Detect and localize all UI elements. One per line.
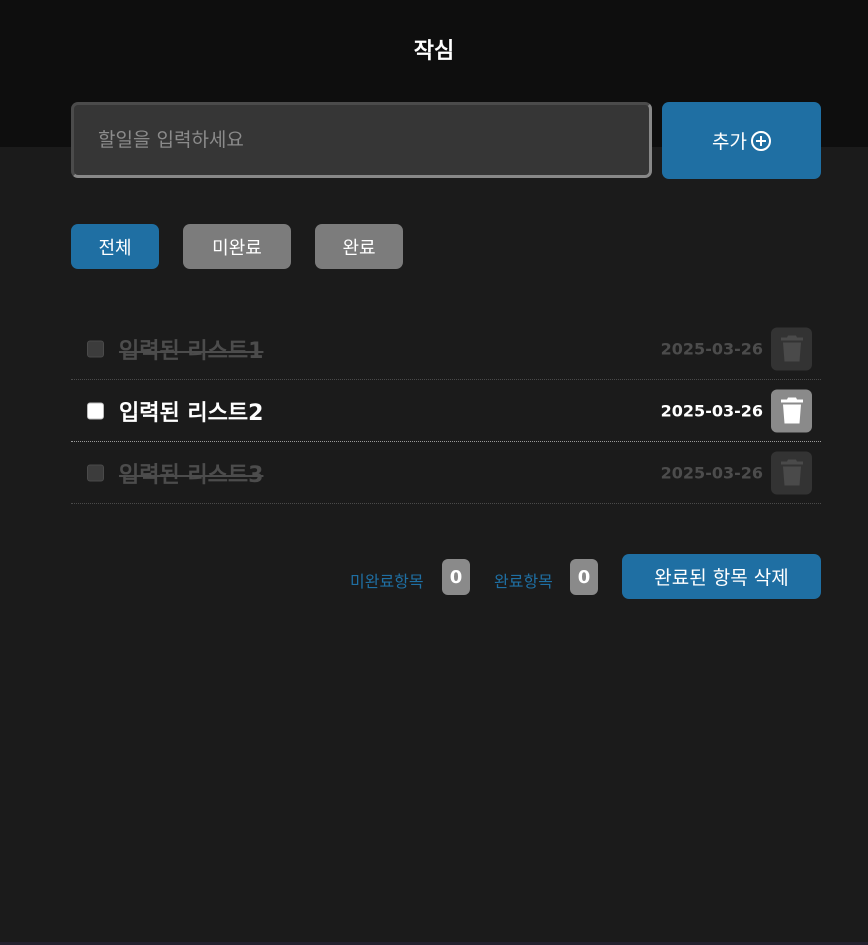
todo-checkbox[interactable] <box>87 340 104 357</box>
todo-checkbox[interactable] <box>87 402 104 419</box>
page-title: 작심 <box>413 39 455 64</box>
trash-icon <box>780 459 803 486</box>
todo-date: 2025-03-26 <box>660 463 763 482</box>
todo-list: 입력된 리스트1 2025-03-26 입력된 리스트2 2025-03-26 … <box>71 318 821 504</box>
clear-completed-button[interactable]: 완료된 항목 삭제 <box>622 554 821 599</box>
todo-text: 입력된 리스트2 <box>119 400 264 426</box>
trash-icon <box>780 397 803 424</box>
todo-input[interactable] <box>71 102 652 178</box>
plus-circle-icon <box>750 130 771 151</box>
todo-item: 입력된 리스트2 2025-03-26 <box>71 380 821 442</box>
filter-all-button[interactable]: 전체 <box>71 224 159 269</box>
todo-text: 입력된 리스트1 <box>119 338 264 364</box>
todo-checkbox[interactable] <box>87 464 104 481</box>
complete-count-badge: 0 <box>570 559 598 595</box>
incomplete-count-badge: 0 <box>442 559 470 595</box>
trash-icon <box>780 335 803 362</box>
todo-date: 2025-03-26 <box>660 339 763 358</box>
delete-button[interactable] <box>771 389 812 432</box>
add-button[interactable]: 추가 <box>662 102 821 179</box>
todo-text: 입력된 리스트3 <box>119 462 264 488</box>
complete-count-label: 완료항목 <box>494 572 553 591</box>
filter-complete-button[interactable]: 완료 <box>315 224 403 269</box>
todo-item: 입력된 리스트3 2025-03-26 <box>71 442 821 504</box>
todo-date: 2025-03-26 <box>660 401 763 420</box>
delete-button[interactable] <box>771 327 812 370</box>
todo-item: 입력된 리스트1 2025-03-26 <box>71 318 821 380</box>
filter-incomplete-button[interactable]: 미완료 <box>183 224 291 269</box>
add-button-label: 추가 <box>712 131 747 153</box>
incomplete-count-label: 미완료항목 <box>350 572 424 591</box>
delete-button[interactable] <box>771 451 812 494</box>
